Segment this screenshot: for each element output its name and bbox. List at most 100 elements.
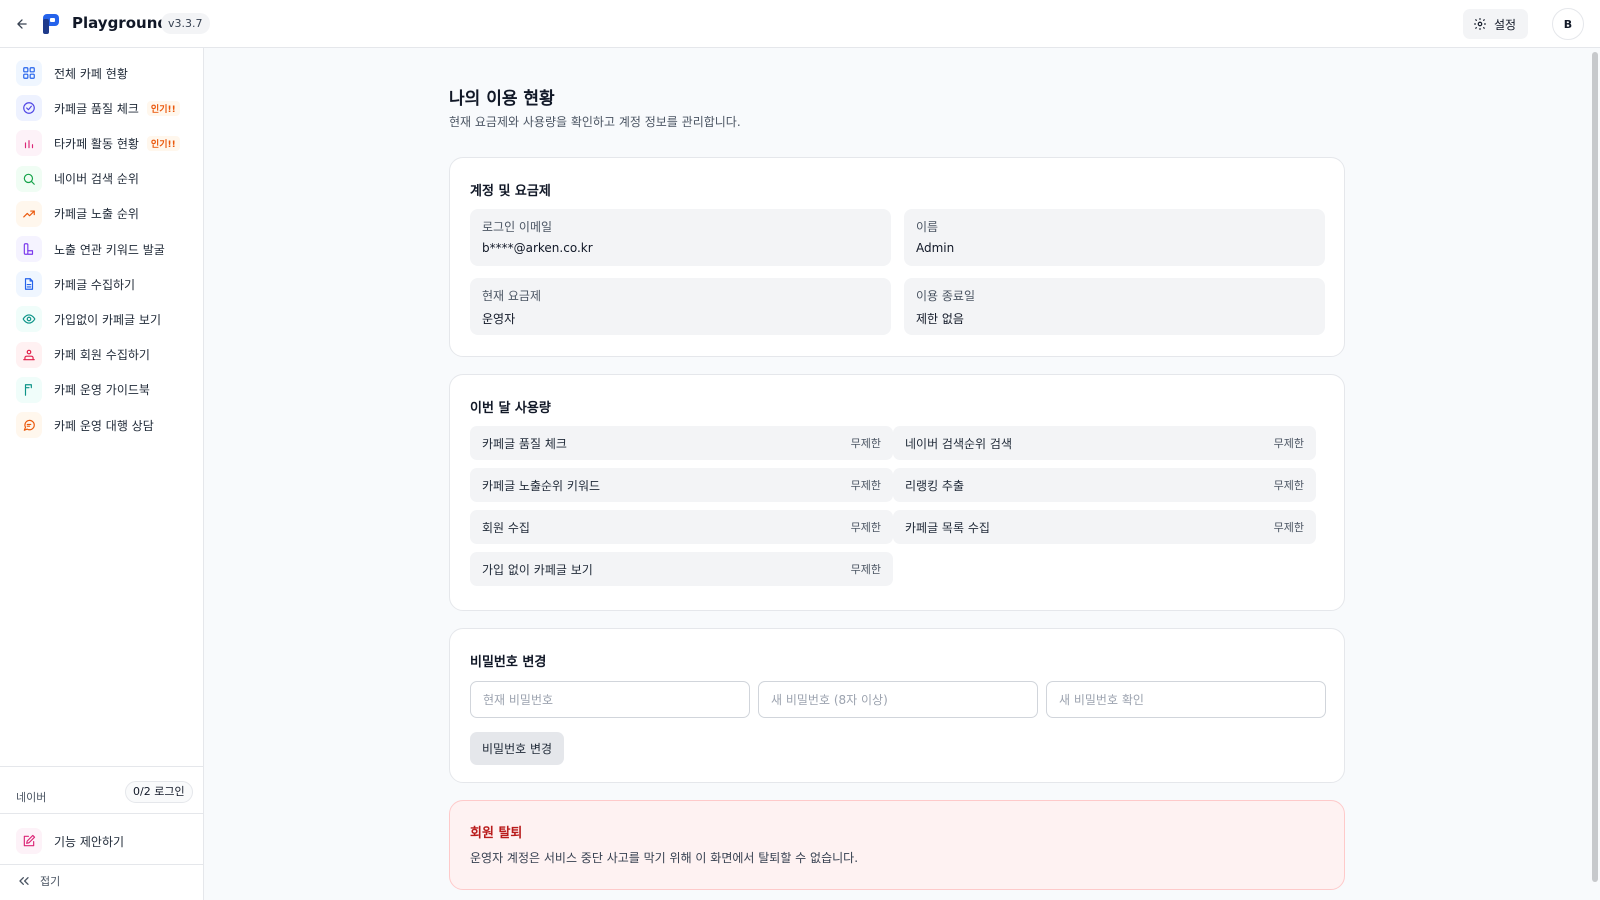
- feature-suggest-button[interactable]: 기능 제안하기: [16, 828, 124, 854]
- sidebar-divider: [0, 864, 204, 865]
- collapse-label: 접기: [40, 875, 61, 888]
- settings-button[interactable]: 설정: [1463, 9, 1528, 39]
- top-header: Playground v3.3.7 설정 B: [0, 0, 1600, 48]
- usage-row: 리랭킹 추출 무제한: [893, 468, 1316, 502]
- current-password-input[interactable]: [470, 681, 750, 718]
- usage-row: 카페글 목록 수집 무제한: [893, 510, 1316, 544]
- sidebar-item[interactable]: 카페글 수집하기: [16, 269, 196, 299]
- usage-row: 회원 수집 무제한: [470, 510, 893, 544]
- arrow-left-icon: [17, 19, 27, 29]
- end-date-label: 이용 종료일: [916, 289, 976, 303]
- usage-value: 무제한: [850, 479, 881, 492]
- chevrons-left-icon: [19, 877, 29, 885]
- plan-value: 운영자: [482, 312, 516, 326]
- usage-value: 무제한: [1273, 437, 1304, 450]
- sidebar-item[interactable]: 전체 카페 현황: [16, 58, 196, 88]
- withdraw-card: 회원 탈퇴 운영자 계정은 서비스 중단 사고를 막기 위해 이 화면에서 탈퇴…: [449, 800, 1345, 890]
- new-password-input[interactable]: [758, 681, 1038, 718]
- edit-icon: [16, 828, 42, 854]
- sidebar-item[interactable]: 네이버 검색 순위: [16, 164, 196, 194]
- scrollbar[interactable]: [1590, 48, 1600, 900]
- grid-icon: [16, 60, 42, 86]
- password-card-title: 비밀번호 변경: [470, 655, 547, 670]
- name-label: 이름: [916, 220, 939, 234]
- sidebar-item-label: 카페 운영 가이드북: [54, 383, 150, 398]
- usage-label: 카페글 목록 수집: [905, 520, 990, 535]
- usage-row: 카페글 품질 체크 무제한: [470, 426, 893, 460]
- usage-label: 네이버 검색순위 검색: [905, 436, 1012, 451]
- usage-value: 무제한: [850, 521, 881, 534]
- naver-login-status[interactable]: 0/2 로그인: [125, 781, 193, 803]
- hot-badge: 인기!!: [146, 100, 180, 116]
- search-icon: [16, 165, 42, 192]
- sidebar-item[interactable]: 카페 운영 가이드북: [16, 375, 196, 405]
- name-value: Admin: [916, 241, 955, 255]
- sidebar-item-label: 가입없이 카페글 보기: [54, 312, 161, 327]
- feature-suggest-label: 기능 제안하기: [54, 834, 125, 849]
- account-card: 계정 및 요금제 로그인 이메일 b****@arken.co.kr 이름 Ad…: [449, 157, 1345, 357]
- sidebar-item[interactable]: 타카페 활동 현황 인기!!: [16, 128, 196, 158]
- withdraw-text: 운영자 계정은 서비스 중단 사고를 막기 위해 이 화면에서 탈퇴할 수 없습…: [470, 851, 859, 865]
- version-badge: v3.3.7: [161, 13, 210, 34]
- settings-label: 설정: [1494, 17, 1517, 32]
- check-circle-icon: [16, 95, 42, 122]
- usage-label: 카페글 노출순위 키워드: [482, 478, 601, 493]
- usage-label: 카페글 품질 체크: [482, 436, 567, 451]
- page-title: 나의 이용 현황: [449, 89, 555, 109]
- eye-icon: [16, 306, 42, 333]
- plan-field: 현재 요금제 운영자: [470, 278, 891, 335]
- page-subtitle: 현재 요금제와 사용량을 확인하고 계정 정보를 관리합니다.: [449, 115, 741, 129]
- logo-icon: [43, 14, 59, 34]
- avatar[interactable]: B: [1552, 8, 1584, 40]
- usage-value: 무제한: [850, 563, 881, 576]
- main-content: 나의 이용 현황 현재 요금제와 사용량을 확인하고 계정 정보를 관리합니다.…: [204, 48, 1590, 900]
- users-icon: [16, 341, 42, 368]
- email-field: 로그인 이메일 b****@arken.co.kr: [470, 209, 891, 266]
- collapse-sidebar-button[interactable]: 접기: [16, 873, 60, 889]
- email-label: 로그인 이메일: [482, 220, 553, 234]
- sidebar-item[interactable]: 가입없이 카페글 보기: [16, 304, 196, 334]
- document-icon: [16, 271, 42, 298]
- bar-chart-icon: [16, 130, 42, 157]
- sidebar-item-label: 카페글 품질 체크: [54, 101, 139, 116]
- email-value: b****@arken.co.kr: [482, 241, 593, 255]
- sidebar-item[interactable]: 카페 운영 대행 상담: [16, 410, 196, 440]
- chat-icon: [16, 412, 42, 438]
- name-field: 이름 Admin: [904, 209, 1325, 266]
- hot-badge: 인기!!: [146, 135, 180, 151]
- sidebar-item-label: 노출 연관 키워드 발굴: [54, 242, 165, 257]
- gear-icon: [1474, 18, 1486, 30]
- sidebar-item[interactable]: 카페글 품질 체크 인기!!: [16, 93, 196, 123]
- sidebar-divider: [0, 766, 204, 767]
- end-date-value: 제한 없음: [916, 312, 964, 326]
- sidebar-item[interactable]: 카페 회원 수집하기: [16, 340, 196, 370]
- usage-value: 무제한: [1273, 521, 1304, 534]
- usage-label: 가입 없이 카페글 보기: [482, 562, 593, 577]
- app-title: Playground: [72, 14, 169, 32]
- confirm-password-input[interactable]: [1046, 681, 1326, 718]
- back-button[interactable]: [12, 14, 32, 34]
- usage-label: 회원 수집: [482, 520, 530, 535]
- scrollbar-thumb[interactable]: [1592, 52, 1598, 882]
- trending-up-icon: [16, 200, 42, 227]
- book-icon: [16, 376, 42, 403]
- sidebar-item[interactable]: 카페글 노출 순위: [16, 199, 196, 229]
- sidebar-item-label: 카페 회원 수집하기: [54, 348, 150, 363]
- keyword-icon: [16, 236, 42, 262]
- naver-label: 네이버: [16, 791, 47, 804]
- withdraw-title: 회원 탈퇴: [470, 826, 523, 841]
- usage-value: 무제한: [850, 437, 881, 450]
- sidebar-item-label: 카페글 노출 순위: [54, 207, 139, 222]
- sidebar-item-label: 전체 카페 현황: [54, 66, 128, 81]
- usage-row: 네이버 검색순위 검색 무제한: [893, 426, 1316, 460]
- usage-row: 가입 없이 카페글 보기 무제한: [470, 552, 893, 586]
- sidebar-item-label: 네이버 검색 순위: [54, 172, 139, 187]
- change-password-button[interactable]: 비밀번호 변경: [470, 732, 565, 765]
- sidebar-item-label: 카페글 수집하기: [54, 277, 136, 292]
- password-card: 비밀번호 변경 비밀번호 변경: [449, 628, 1345, 783]
- end-date-field: 이용 종료일 제한 없음: [904, 278, 1325, 335]
- sidebar-item[interactable]: 노출 연관 키워드 발굴: [16, 234, 196, 264]
- sidebar-item-label: 타카페 활동 현황: [54, 136, 139, 151]
- plan-label: 현재 요금제: [482, 289, 542, 303]
- usage-label: 리랭킹 추출: [905, 478, 965, 493]
